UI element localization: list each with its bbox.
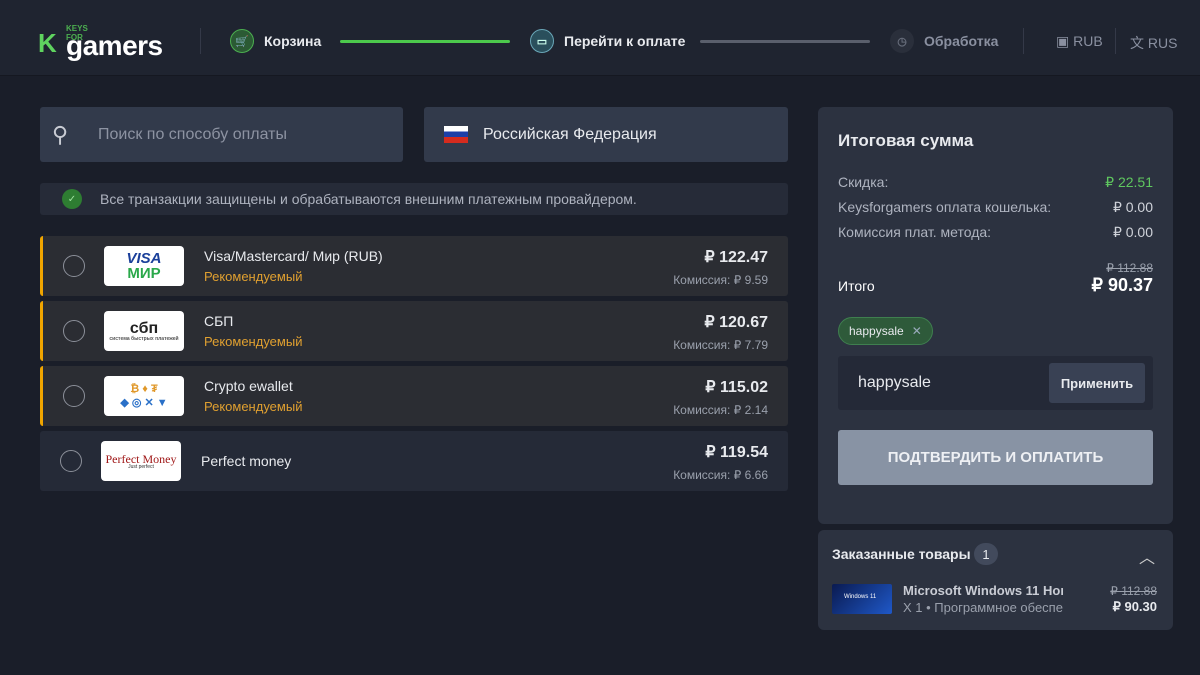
payment-method-crypto[interactable]: ₿ ♦ ₮ ◆ ◎ ✕ ▼ Crypto ewallet Рекомендуемы… (40, 366, 788, 426)
currency-value: RUB (1073, 33, 1103, 49)
payment-method-perfect-money[interactable]: Perfect Money Just perfect Perfect money … (40, 431, 788, 491)
step-label: Обработка (924, 33, 999, 49)
thumbnail-text: Windows 11 (844, 594, 877, 600)
money-icon: ▣ (1056, 33, 1074, 49)
order-summary: Итоговая сумма Скидка: ₽ 22.51 Keysforga… (818, 107, 1173, 524)
step-label: Корзина (264, 33, 322, 49)
method-fee: Комиссия: ₽ 7.79 (673, 338, 768, 352)
apply-coupon-button[interactable]: Применить (1049, 363, 1145, 403)
logo-text: МИР (127, 265, 161, 282)
applied-coupon-tag: happysale ✕ (838, 317, 933, 345)
step-payment[interactable]: ▭ Перейти к оплате (530, 29, 685, 53)
logo-text: ◆ ◎ ✕ ▼ (120, 396, 168, 409)
search-input[interactable]: ⚲ Поиск по способу оплаты (40, 107, 403, 162)
country-select[interactable]: Российская Федерация (424, 107, 788, 162)
card-icon: ▭ (530, 29, 554, 53)
method-price: ₽ 115.02 (705, 379, 768, 396)
search-placeholder: Поиск по способу оплаты (98, 125, 287, 143)
language-selector[interactable]: 文 RUS (1130, 33, 1177, 53)
close-icon[interactable]: ✕ (912, 324, 922, 338)
chevron-up-icon[interactable]: ︿ (1139, 544, 1155, 568)
recommended-tag: Рекомендуемый (204, 399, 303, 414)
divider (200, 28, 201, 54)
radio-button[interactable] (63, 385, 85, 407)
security-notice: ✓ Все транзакции защищены и обрабатывают… (40, 183, 788, 215)
russia-flag-icon (444, 126, 468, 143)
shield-check-icon: ✓ (62, 189, 82, 209)
method-name: Crypto ewallet (204, 378, 293, 394)
visa-mir-logo: VISA МИР (104, 246, 184, 286)
product-price: ₽ 90.30 (1112, 599, 1157, 614)
total-value: ₽ 90.37 (1091, 275, 1154, 295)
clock-icon: ◷ (890, 29, 914, 53)
logo-text: Just perfect (128, 463, 154, 470)
step-label: Перейти к оплате (564, 33, 686, 49)
item-count-badge: 1 (974, 543, 998, 565)
method-fee: Комиссия: ₽ 2.14 (673, 403, 768, 417)
logo-text: ₿ ♦ ₮ (130, 382, 158, 395)
payment-method-sbp[interactable]: сбп система быстрых платежей СБП Рекоменд… (40, 301, 788, 361)
crypto-logo: ₿ ♦ ₮ ◆ ◎ ✕ ▼ (104, 376, 184, 416)
recommended-tag: Рекомендуемый (204, 269, 303, 284)
logo-text: сбп (129, 319, 159, 337)
coupon-tag-text: happysale (849, 324, 904, 338)
payment-method-visa[interactable]: VISA МИР Visa/Mastercard/ Мир (RUB) Реком… (40, 236, 788, 296)
fee-value: ₽ 0.00 (1112, 224, 1153, 240)
search-icon: ⚲ (52, 121, 69, 147)
product-name: Microsoft Windows 11 Home (903, 583, 1063, 598)
logo-text: Perfect Money (105, 451, 177, 466)
total-label: Итого (838, 278, 875, 294)
country-value: Российская Федерация (483, 125, 657, 143)
translate-icon: 文 (1130, 35, 1148, 51)
coupon-input[interactable]: happysale Применить (838, 356, 1153, 410)
header: K KEYS FOR gamers 🛒 Корзина ▭ Перейти к … (0, 0, 1200, 76)
logo-text: gamers (66, 30, 163, 61)
wallet-label: Keysforgamers оплата кошелька: (838, 199, 1052, 215)
radio-button[interactable] (60, 450, 82, 472)
summary-title: Итоговая сумма (838, 131, 974, 150)
discount-value: ₽ 22.51 (1105, 174, 1153, 190)
radio-button[interactable] (63, 255, 85, 277)
method-price: ₽ 120.67 (704, 314, 768, 331)
method-fee: Комиссия: ₽ 9.59 (673, 273, 768, 287)
method-fee: Комиссия: ₽ 6.66 (673, 468, 768, 482)
logo-text: VISA (126, 250, 162, 267)
wallet-value: ₽ 0.00 (1112, 199, 1153, 215)
recommended-tag: Рекомендуемый (204, 334, 303, 349)
product-subtitle: X 1 • Программное обеспечение (903, 600, 1063, 615)
method-name: СБП (204, 313, 234, 329)
fee-label: Комиссия плат. метода: (838, 224, 992, 240)
sbp-logo: сбп система быстрых платежей (104, 311, 184, 351)
ordered-items: Заказанные товары 1 ︿ Windows 11 Microso… (818, 530, 1173, 630)
progress-line-pending (700, 40, 870, 43)
logo-text: система быстрых платежей (109, 335, 179, 342)
method-price: ₽ 122.47 (704, 249, 768, 266)
divider (1023, 28, 1024, 54)
method-name: Perfect money (201, 453, 292, 469)
logo-mark-icon: K (38, 28, 57, 58)
currency-selector[interactable]: ▣ RUB (1056, 33, 1103, 50)
ordered-title: Заказанные товары (832, 546, 971, 562)
language-value: RUS (1147, 35, 1178, 51)
total-old: ₽ 112.88 (1106, 261, 1153, 275)
divider (1115, 28, 1116, 54)
confirm-pay-button[interactable]: ПОДТВЕРДИТЬ И ОПЛАТИТЬ (838, 430, 1153, 485)
perfect-money-logo: Perfect Money Just perfect (101, 441, 181, 481)
step-processing: ◷ Обработка (890, 29, 998, 53)
coupon-value: happysale (858, 374, 931, 391)
discount-label: Скидка: (838, 174, 889, 190)
method-price: ₽ 119.54 (705, 444, 768, 461)
product-thumbnail: Windows 11 (832, 584, 892, 614)
cart-icon: 🛒 (230, 29, 254, 53)
notice-text: Все транзакции защищены и обрабатываются… (100, 191, 637, 207)
step-cart[interactable]: 🛒 Корзина (230, 29, 321, 53)
product-old-price: ₽ 112.88 (1110, 584, 1157, 598)
progress-line-complete (340, 40, 510, 43)
radio-button[interactable] (63, 320, 85, 342)
method-name: Visa/Mastercard/ Мир (RUB) (204, 248, 383, 264)
